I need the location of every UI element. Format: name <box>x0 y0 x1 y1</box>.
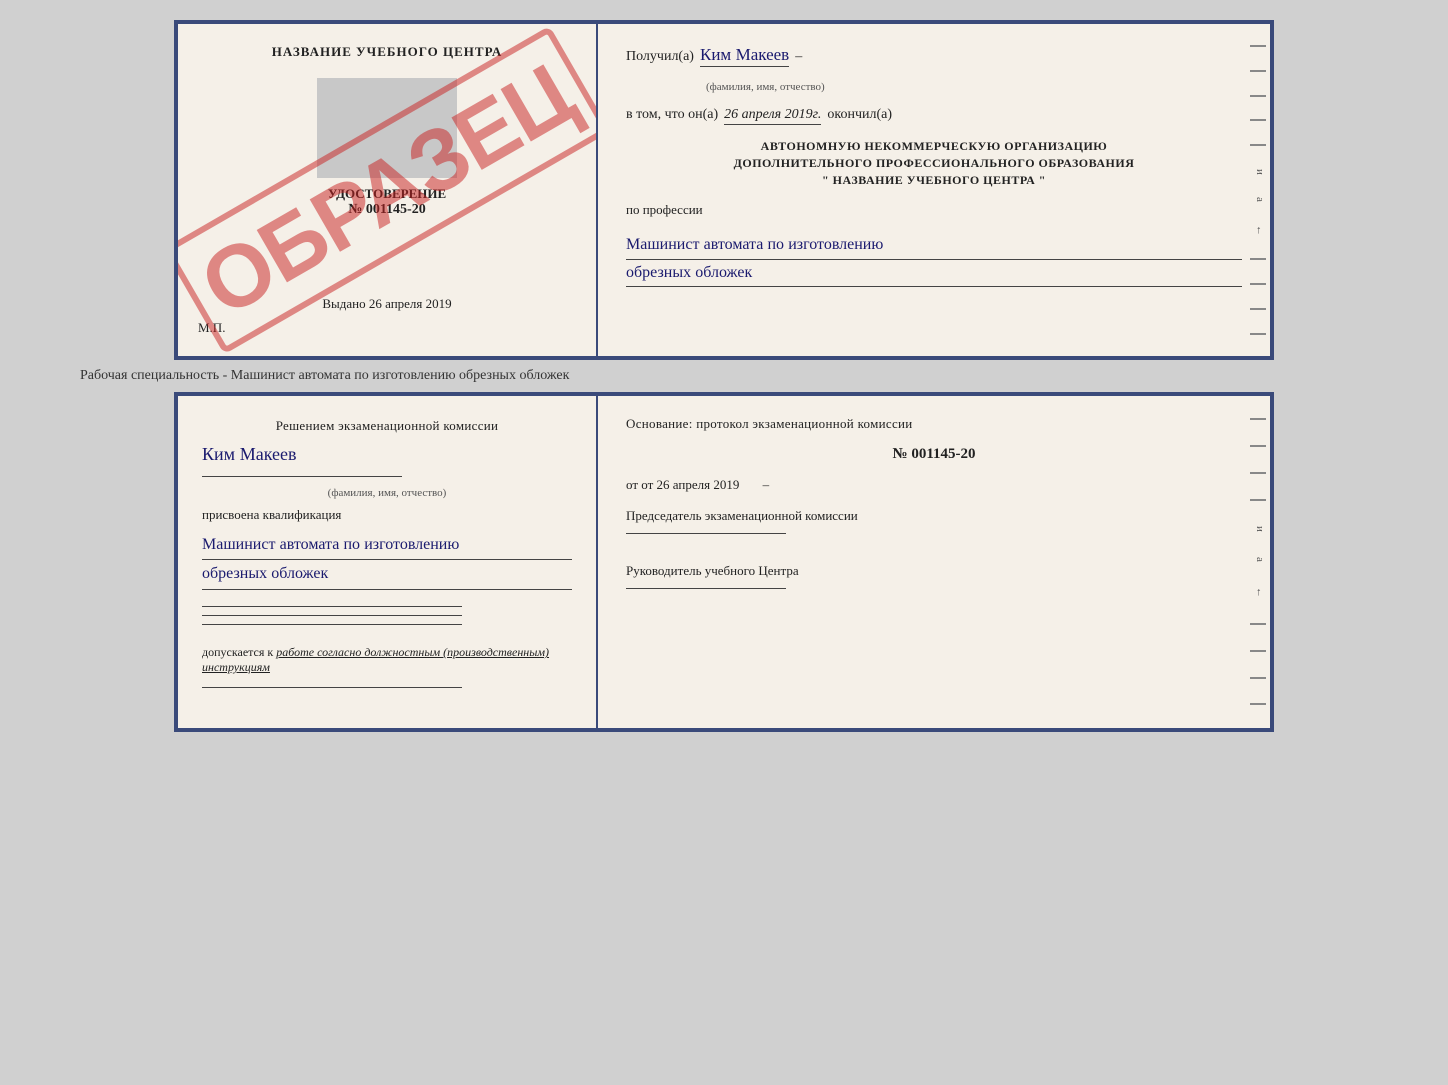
bottom-line-1 <box>202 606 462 607</box>
br-side-а: а <box>1250 557 1266 562</box>
bottom-right-side-marks: и а ← <box>1250 396 1266 728</box>
udost-label: УДОСТОВЕРЕНИЕ <box>328 186 446 202</box>
br-side-mark-7 <box>1250 677 1266 679</box>
br-side-arr: ← <box>1250 587 1266 598</box>
cert-left-panel: НАЗВАНИЕ УЧЕБНОГО ЦЕНТРА ОБРАЗЕЦ УДОСТОВ… <box>178 24 598 356</box>
reshenie-label: Решением экзаменационной комиссии <box>202 416 572 436</box>
side-marks: и а ← <box>1250 24 1266 356</box>
dopusk-text: допускается к работе согласно должностны… <box>202 645 572 675</box>
bottom-left-panel: Решением экзаменационной комиссии Ким Ма… <box>178 396 598 728</box>
name-subtitle: (фамилия, имя, отчество) <box>706 81 825 93</box>
osnov-label: Основание: протокол экзаменационной коми… <box>626 416 1242 432</box>
prof-line1: Машинист автомата по изготовлению <box>626 232 1242 260</box>
br-side-mark-3 <box>1250 472 1266 474</box>
okonchil-label: окончил(а) <box>827 107 892 123</box>
bottom-right-panel: Основание: протокол экзаменационной коми… <box>598 396 1270 728</box>
prof-line2: обрезных обложек <box>626 260 1242 288</box>
bottom-prof-line1: Машинист автомата по изготовлению <box>202 531 572 561</box>
top-certificate: НАЗВАНИЕ УЧЕБНОГО ЦЕНТРА ОБРАЗЕЦ УДОСТОВ… <box>174 20 1274 360</box>
side-mark-6 <box>1250 258 1266 260</box>
br-side-mark-5 <box>1250 623 1266 625</box>
br-side-mark-2 <box>1250 445 1266 447</box>
org-line3: " НАЗВАНИЕ УЧЕБНОГО ЦЕНТРА " <box>626 173 1242 188</box>
br-side-mark-4 <box>1250 499 1266 501</box>
br-side-и: и <box>1250 526 1266 532</box>
separator-text: Рабочая специальность - Машинист автомат… <box>20 368 569 384</box>
bottom-prof: Машинист автомата по изготовлению обрезн… <box>202 531 572 591</box>
dopusk-label: допускается к <box>202 645 273 659</box>
vtom-label: в том, что он(a) <box>626 107 718 123</box>
predsed-sign-line <box>626 533 786 534</box>
side-mark-9 <box>1250 333 1266 335</box>
date-val: от 26 апреля 2019 <box>641 477 739 492</box>
bottom-name: Ким Макеев <box>202 444 572 466</box>
bottom-date: от от 26 апреля 2019 – <box>626 477 1242 493</box>
top-cert-title: НАЗВАНИЕ УЧЕБНОГО ЦЕНТРА <box>272 44 503 60</box>
side-mark-7 <box>1250 283 1266 285</box>
cert-number: № 001145-20 <box>348 202 425 218</box>
mp-label: М.П. <box>198 320 225 336</box>
br-side-mark-6 <box>1250 650 1266 652</box>
cert-right-panel: Получил(а) Ким Макеев – (фамилия, имя, о… <box>598 24 1270 356</box>
org-block: АВТОНОМНУЮ НЕКОММЕРЧЕСКУЮ ОРГАНИЗАЦИЮ ДО… <box>626 139 1242 188</box>
side-mark-1 <box>1250 45 1266 47</box>
br-side-mark-8 <box>1250 703 1266 705</box>
bottom-prof-line2: обрезных обложек <box>202 560 572 590</box>
rukov-sign-line <box>626 588 786 589</box>
kvali-label: присвоена квалификация <box>202 507 572 523</box>
org-line2: ДОПОЛНИТЕЛЬНОГО ПРОФЕССИОНАЛЬНОГО ОБРАЗО… <box>626 156 1242 171</box>
name-sub-bottom: (фамилия, имя, отчество) <box>202 487 572 499</box>
vtom-row: в том, что он(a) 26 апреля 2019г. окончи… <box>626 107 1242 125</box>
prof-handwritten: Машинист автомата по изготовлению обрезн… <box>626 232 1242 287</box>
bottom-number: № 001145-20 <box>626 446 1242 463</box>
prof-label: по профессии <box>626 202 1242 218</box>
bottom-certificate: Решением экзаменационной комиссии Ким Ма… <box>174 392 1274 732</box>
side-mark-4 <box>1250 119 1266 121</box>
vydano-label: Выдано 26 апреля 2019 <box>322 296 451 312</box>
dash-right: – <box>763 477 770 492</box>
ot-label: от <box>626 477 641 492</box>
side-text-и: и <box>1250 169 1266 175</box>
document-container: НАЗВАНИЕ УЧЕБНОГО ЦЕНТРА ОБРАЗЕЦ УДОСТОВ… <box>20 20 1428 732</box>
org-line1: АВТОНОМНУЮ НЕКОММЕРЧЕСКУЮ ОРГАНИЗАЦИЮ <box>626 139 1242 154</box>
bottom-line-4 <box>202 687 462 688</box>
rukov-label: Руководитель учебного Центра <box>626 562 1242 580</box>
poluchil-row: Получил(а) Ким Макеев – <box>626 44 1242 67</box>
photo-placeholder <box>317 78 457 178</box>
bottom-line-2 <box>202 615 462 616</box>
side-mark-3 <box>1250 95 1266 97</box>
rukov-block: Руководитель учебного Центра <box>626 562 1242 593</box>
name-underline <box>202 476 402 477</box>
name-subtitle-row: (фамилия, имя, отчество) <box>626 81 1242 93</box>
poluchil-label: Получил(а) <box>626 49 694 65</box>
vtom-date: 26 апреля 2019г. <box>724 107 821 125</box>
side-text-dash: ← <box>1250 225 1266 236</box>
recipient-name: Ким Макеев <box>700 44 789 67</box>
predsed-block: Председатель экзаменационной комиссии <box>626 507 1242 538</box>
bottom-lines-block <box>202 604 572 627</box>
side-mark-2 <box>1250 70 1266 72</box>
side-mark-5 <box>1250 144 1266 146</box>
side-mark-8 <box>1250 308 1266 310</box>
bottom-line-3 <box>202 624 462 625</box>
side-text-а: а <box>1250 197 1266 202</box>
br-side-mark-1 <box>1250 418 1266 420</box>
predsed-label: Председатель экзаменационной комиссии <box>626 507 1242 525</box>
